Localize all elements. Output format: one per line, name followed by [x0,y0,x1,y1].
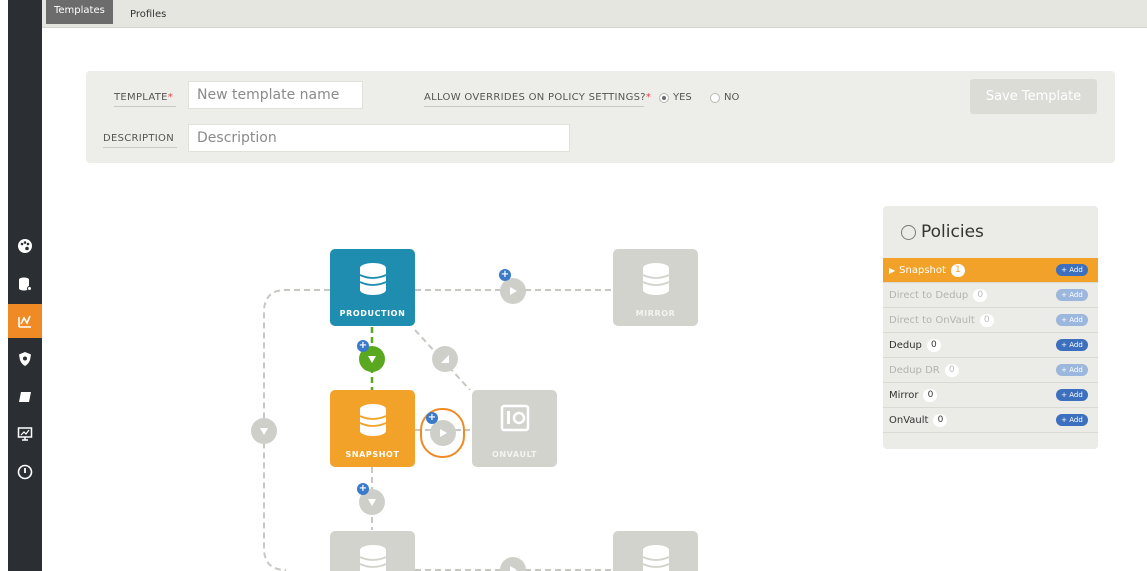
left-sidebar [8,0,42,571]
policies-header: Policies [901,222,984,242]
policy-row-mirror[interactable]: Mirror 0 + Add [883,383,1098,408]
policy-name: OnVault [889,414,929,426]
production-label: PRODUCTION [339,309,406,318]
diagonal-connector-icon[interactable] [432,346,458,372]
onvault-node[interactable]: ONVAULT [472,390,557,467]
description-label-underline [103,147,177,148]
template-label: TEMPLATE* [114,92,173,103]
policy-row-direct-to-onvault[interactable]: Direct to OnVault 0 + Add [883,308,1098,333]
bottom-right-node[interactable] [613,531,698,571]
overrides-label-text: ALLOW OVERRIDES ON POLICY SETTINGS? [424,92,646,103]
no-radio[interactable]: NO [710,92,739,103]
required-mark: * [167,92,174,103]
add-policy-button[interactable]: + Add [1056,314,1088,326]
database-settings-icon[interactable] [8,267,42,301]
policies-title: Policies [921,222,984,242]
policies-panel: Policies ▶ Snapshot 1 + Add Direct to De… [883,206,1098,449]
caret-right-icon: ▶ [889,265,896,275]
no-radio-dot[interactable] [710,92,720,103]
add-policy-button[interactable]: + Add [1056,289,1088,301]
description-label: DESCRIPTION [103,133,174,144]
database-icon [359,263,386,295]
workflow-icon[interactable] [8,304,42,338]
yes-radio[interactable]: YES [659,92,692,103]
template-form-panel: TEMPLATE* New template name ALLOW OVERRI… [86,71,1115,163]
policy-count-badge: 0 [923,388,938,402]
policy-count-badge: 0 [973,288,988,302]
no-radio-label: NO [724,92,740,103]
page: Templates Profiles TEMPLATE* New templat… [0,0,1147,571]
add-dedup-icon[interactable]: + [357,483,369,495]
add-snapshot-icon[interactable]: + [357,340,369,352]
book-icon[interactable] [8,380,42,414]
play-connector-icon[interactable] [500,278,526,304]
policy-row-direct-to-dedup[interactable]: Direct to Dedup 0 + Add [883,283,1098,308]
policy-name: Snapshot [899,264,946,276]
palette-icon[interactable] [8,229,42,263]
template-label-underline [114,106,176,107]
policy-name: Direct to Dedup [889,289,969,301]
policy-row-snapshot[interactable]: ▶ Snapshot 1 + Add [883,258,1098,283]
snapshot-label: SNAPSHOT [345,450,400,459]
add-policy-button[interactable]: + Add [1056,389,1088,401]
policy-name: Dedup [889,339,922,351]
policy-count-badge: 0 [933,413,948,427]
mirror-label: MIRROR [635,309,676,318]
play-connector-icon[interactable] [500,557,526,571]
add-policy-button[interactable]: + Add [1056,264,1088,276]
template-name-input[interactable]: New template name [188,81,363,109]
description-input[interactable]: Description [188,124,570,152]
onvault-label: ONVAULT [491,450,538,459]
policy-count-badge: 0 [944,363,959,377]
required-mark: * [645,92,652,103]
play-connector-icon[interactable] [429,420,456,446]
bottom-left-node[interactable] [330,531,415,571]
database-icon [642,545,669,571]
monitor-icon[interactable] [8,417,42,451]
add-policy-button[interactable]: + Add [1056,414,1088,426]
top-tab-bar: Templates Profiles [42,0,1147,28]
vault-icon [500,404,529,432]
policies-ring-icon [901,224,916,240]
policy-name: Dedup DR [889,364,940,376]
add-policy-button[interactable]: + Add [1056,339,1088,351]
database-icon [359,404,386,436]
add-mirror-icon[interactable]: + [499,269,511,281]
tab-profiles[interactable]: Profiles [122,0,174,28]
add-onvault-icon[interactable]: + [426,412,438,424]
policy-count-badge: 1 [950,263,965,277]
policy-name: Mirror [889,389,919,401]
save-template-button[interactable]: Save Template [970,79,1097,114]
shield-icon[interactable] [8,342,42,376]
tab-templates[interactable]: Templates [46,0,113,24]
add-policy-button[interactable]: + Add [1056,364,1088,376]
yes-radio-label: YES [673,92,692,103]
policy-name: Direct to OnVault [889,314,975,326]
policy-row-dedup-dr[interactable]: Dedup DR 0 + Add [883,358,1098,383]
database-icon [642,263,669,295]
production-node[interactable]: PRODUCTION [330,249,415,326]
policy-count-badge: 0 [979,313,994,327]
database-icon [359,545,386,571]
snapshot-node[interactable]: SNAPSHOT [330,390,415,467]
mirror-node[interactable]: MIRROR [613,249,698,326]
policy-row-dedup[interactable]: Dedup 0 + Add [883,333,1098,358]
yes-radio-dot[interactable] [659,92,669,103]
policy-count-badge: 0 [926,338,941,352]
left-connector-icon[interactable] [251,418,277,444]
overrides-label: ALLOW OVERRIDES ON POLICY SETTINGS?* [424,92,651,103]
template-label-text: TEMPLATE [114,92,168,103]
policy-row-onvault[interactable]: OnVault 0 + Add [883,408,1098,433]
overrides-label-underline [424,106,644,107]
power-icon[interactable] [8,455,42,489]
